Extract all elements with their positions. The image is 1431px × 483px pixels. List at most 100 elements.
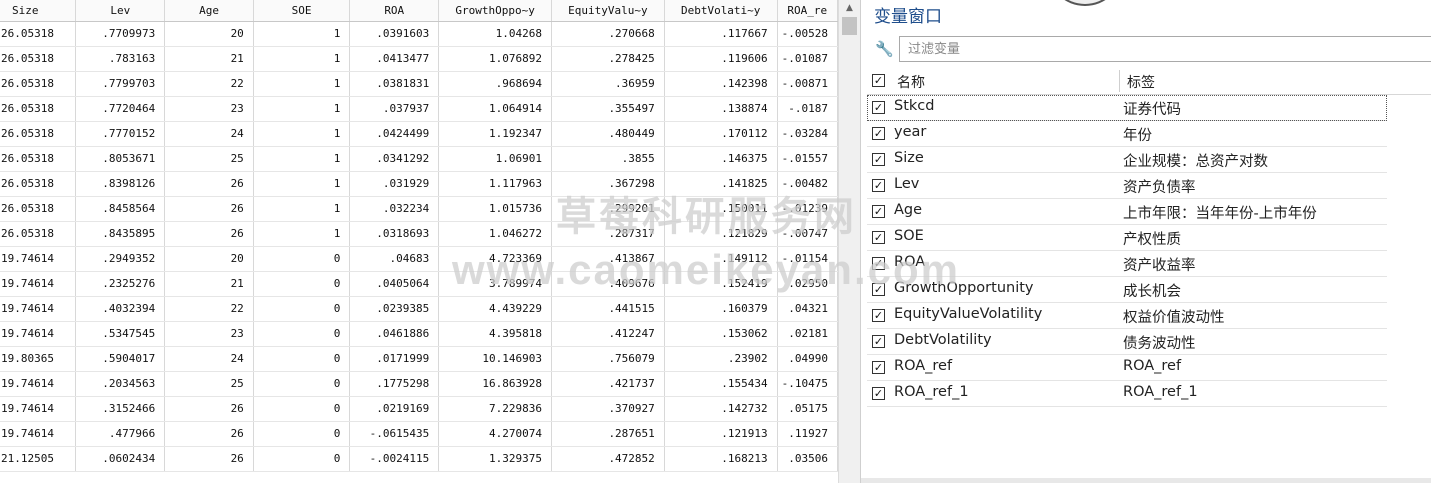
data-browser-grid[interactable]: Size Lev Age SOE ROA GrowthOppo~y EquityValu~y… <box>0 0 838 483</box>
table-cell[interactable]: .0461886 <box>349 321 440 347</box>
table-cell[interactable]: -.00482 <box>777 171 838 197</box>
variable-row[interactable]: ✓ Age 上市年限：当年年份-上市年份 <box>867 199 1387 225</box>
table-cell[interactable]: 26.05318 <box>0 221 77 247</box>
table-cell[interactable]: 1.117963 <box>438 171 552 197</box>
table-cell[interactable]: .299201 <box>551 196 665 222</box>
table-cell[interactable]: .0424499 <box>349 121 440 147</box>
checkbox-checked-icon[interactable]: ✓ <box>872 361 885 374</box>
data-table[interactable]: Size Lev Age SOE ROA GrowthOppo~y EquityValu~y… <box>0 0 838 472</box>
header-name[interactable]: 名称 <box>897 72 925 92</box>
table-cell[interactable]: .7720464 <box>75 96 166 122</box>
table-cell[interactable]: -.01087 <box>777 46 838 72</box>
table-cell[interactable]: 0 <box>253 446 351 472</box>
table-cell[interactable]: 1 <box>253 196 351 222</box>
table-cell[interactable]: .04321 <box>777 296 838 322</box>
table-cell[interactable]: 1 <box>253 21 351 47</box>
table-cell[interactable]: .150011 <box>664 196 778 222</box>
checkbox-checked-icon[interactable]: ✓ <box>872 335 885 348</box>
variable-row[interactable]: ✓ Lev 资产负债率 <box>867 173 1387 199</box>
table-cell[interactable]: .160379 <box>664 296 778 322</box>
table-cell[interactable]: 22 <box>164 296 254 322</box>
table-cell[interactable]: -.10475 <box>777 371 838 397</box>
variable-row[interactable]: ✓ year 年份 <box>867 121 1387 147</box>
scrollbar-thumb[interactable] <box>842 17 857 35</box>
table-cell[interactable]: .121913 <box>664 421 778 447</box>
table-row[interactable]: 19.74614.4032394 22 0.0239385 4.439229.4415… <box>0 296 838 322</box>
table-row[interactable]: 21.12505.0602434 26 0 -.0024115 1.329375.472… <box>0 446 838 472</box>
column-header[interactable]: ROA_re <box>777 0 838 22</box>
table-cell[interactable]: .367298 <box>551 171 665 197</box>
column-header[interactable]: SOE <box>253 0 351 22</box>
column-header[interactable]: ROA <box>349 0 440 22</box>
variable-row[interactable]: ✓ EquityValueVolatility 权益价值波动性 <box>867 303 1387 329</box>
table-cell[interactable]: .037937 <box>349 96 440 122</box>
checkbox-checked-icon[interactable]: ✓ <box>872 283 885 296</box>
table-cell[interactable]: .370927 <box>551 396 665 422</box>
table-cell[interactable]: 25 <box>164 146 254 172</box>
table-cell[interactable]: .138874 <box>664 96 778 122</box>
table-cell[interactable]: .355497 <box>551 96 665 122</box>
checkbox-checked-icon[interactable]: ✓ <box>872 101 885 114</box>
variable-row[interactable]: ✓ Stkcd 证券代码 <box>867 95 1387 121</box>
table-cell[interactable]: 19.74614 <box>0 371 77 397</box>
table-cell[interactable]: 21 <box>164 271 254 297</box>
table-cell[interactable]: .2325276 <box>75 271 166 297</box>
table-cell[interactable]: 26.05318 <box>0 171 77 197</box>
table-cell[interactable]: .04683 <box>349 246 440 272</box>
checkbox-checked-icon[interactable]: ✓ <box>872 387 885 400</box>
table-row[interactable]: 26.05318.7770152 24 1.0424499 1.192347.4804… <box>0 121 838 147</box>
table-cell[interactable]: 10.146903 <box>438 346 552 372</box>
table-cell[interactable]: .1775298 <box>349 371 440 397</box>
checkbox-checked-icon[interactable]: ✓ <box>872 257 885 270</box>
table-cell[interactable]: .441515 <box>551 296 665 322</box>
table-cell[interactable]: 19.74614 <box>0 396 77 422</box>
table-cell[interactable]: 19.74614 <box>0 321 77 347</box>
table-cell[interactable]: 1 <box>253 46 351 72</box>
table-cell[interactable]: 1 <box>253 71 351 97</box>
table-cell[interactable]: .5347545 <box>75 321 166 347</box>
variable-row[interactable]: ✓ Size 企业规模：总资产对数 <box>867 147 1387 173</box>
table-row[interactable]: 19.74614.2325276 21 0.0405064 3.789974.4096… <box>0 271 838 297</box>
header-label[interactable]: 标签 <box>1127 72 1155 92</box>
column-header[interactable]: Lev <box>75 0 166 22</box>
table-cell[interactable]: .11927 <box>777 421 838 447</box>
table-cell[interactable]: 21 <box>164 46 254 72</box>
table-cell[interactable]: .412247 <box>551 321 665 347</box>
table-cell[interactable]: 0 <box>253 421 351 447</box>
table-cell[interactable]: 3.789974 <box>438 271 552 297</box>
table-cell[interactable]: 1.046272 <box>438 221 552 247</box>
table-cell[interactable]: -.0187 <box>777 96 838 122</box>
table-cell[interactable]: 4.439229 <box>438 296 552 322</box>
variable-row[interactable]: ✓ ROA_ref_1 ROA_ref_1 <box>867 381 1387 407</box>
column-header[interactable]: Age <box>164 0 254 22</box>
table-cell[interactable]: -.01154 <box>777 246 838 272</box>
table-cell[interactable]: -.01557 <box>777 146 838 172</box>
table-cell[interactable]: 4.270074 <box>438 421 552 447</box>
table-cell[interactable]: .142732 <box>664 396 778 422</box>
table-cell[interactable]: 20 <box>164 21 254 47</box>
table-cell[interactable]: 19.74614 <box>0 296 77 322</box>
table-cell[interactable]: 26 <box>164 421 254 447</box>
table-row[interactable]: 26.05318.8053671 25 1.0341292 1.06901.3855.… <box>0 146 838 172</box>
table-cell[interactable]: .153062 <box>664 321 778 347</box>
table-cell[interactable]: .5904017 <box>75 346 166 372</box>
scroll-up-arrow-icon[interactable]: ▲ <box>839 0 860 16</box>
table-cell[interactable]: 1.04268 <box>438 21 552 47</box>
table-cell[interactable]: 22 <box>164 71 254 97</box>
table-cell[interactable]: 26.05318 <box>0 146 77 172</box>
table-cell[interactable]: 4.395818 <box>438 321 552 347</box>
table-cell[interactable]: .168213 <box>664 446 778 472</box>
table-cell[interactable]: 7.229836 <box>438 396 552 422</box>
table-cell[interactable]: 26 <box>164 196 254 222</box>
table-cell[interactable]: .2949352 <box>75 246 166 272</box>
table-cell[interactable]: .170112 <box>664 121 778 147</box>
table-row[interactable]: 19.74614.477966 26 0 -.0615435 4.270074.2876… <box>0 421 838 447</box>
column-header[interactable]: GrowthOppo~y <box>438 0 552 22</box>
table-cell[interactable]: .117667 <box>664 21 778 47</box>
variable-row[interactable]: ✓ GrowthOpportunity 成长机会 <box>867 277 1387 303</box>
table-cell[interactable]: .04990 <box>777 346 838 372</box>
table-cell[interactable]: -.00747 <box>777 221 838 247</box>
table-cell[interactable]: 1.192347 <box>438 121 552 147</box>
variable-row[interactable]: ✓ ROA_ref ROA_ref <box>867 355 1387 381</box>
table-cell[interactable]: 21.12505 <box>0 446 77 472</box>
